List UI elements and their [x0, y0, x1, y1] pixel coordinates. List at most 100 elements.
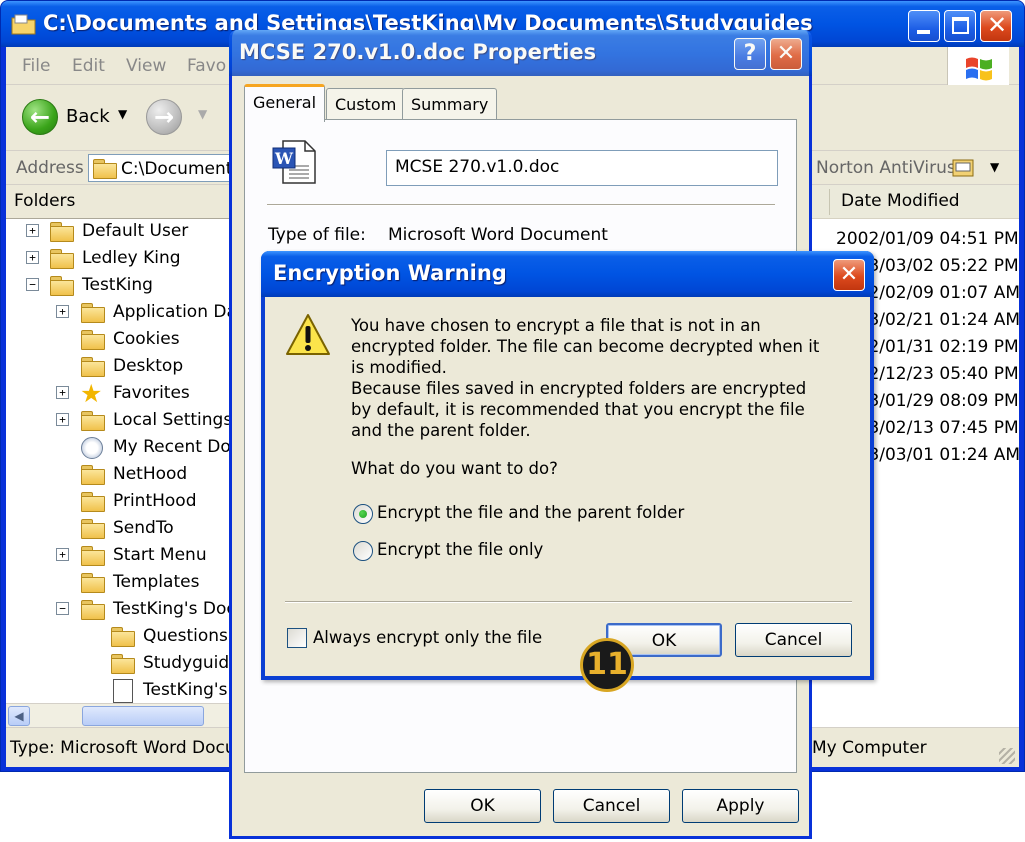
tab-custom[interactable]: Custom [326, 88, 406, 120]
encryption-warning-dialog: Encryption Warning ✕ You have chosen to … [261, 251, 874, 680]
properties-titlebar[interactable]: MCSE 270.v1.0.doc Properties ? ✕ [229, 30, 812, 76]
date-modified-cell: 2002/01/09 04:51 PM [836, 229, 1019, 249]
warning-question: What do you want to do? [351, 459, 558, 478]
properties-title: MCSE 270.v1.0.doc Properties [239, 40, 597, 64]
menu-favorites[interactable]: Favo [187, 56, 226, 76]
tab-general[interactable]: General [244, 84, 326, 122]
menu-view[interactable]: View [126, 56, 166, 76]
tree-item-label: TestKing [82, 275, 153, 295]
expand-icon[interactable]: + [56, 386, 69, 399]
tree-item-label: Start Menu [113, 545, 207, 565]
help-button[interactable]: ? [734, 38, 766, 70]
minimize-button[interactable] [908, 10, 940, 42]
menu-edit[interactable]: Edit [72, 56, 105, 76]
document-icon [113, 679, 133, 703]
dropdown-arrow-icon: ▼ [198, 107, 208, 121]
expand-icon[interactable]: + [26, 251, 39, 264]
properties-apply-button[interactable]: Apply [682, 789, 799, 823]
open-folder-icon [111, 654, 135, 674]
properties-ok-button[interactable]: OK [424, 789, 541, 823]
status-text: Type: Microsoft Word Docum [10, 738, 253, 758]
tree-item-label: Ledley King [82, 248, 181, 268]
collapse-icon[interactable]: − [26, 278, 39, 291]
separator [285, 601, 852, 603]
checkbox-label: Always encrypt only the file [313, 628, 543, 647]
warning-message-1: You have chosen to encrypt a file that i… [351, 316, 820, 377]
word-document-icon: W [272, 140, 316, 184]
tree-item-label: Cookies [113, 329, 180, 349]
back-arrow-icon: ← [22, 99, 58, 135]
folder-icon [81, 411, 105, 431]
expand-icon[interactable]: + [56, 548, 69, 561]
folder-icon [81, 330, 105, 350]
radio-selected-icon[interactable] [353, 504, 373, 524]
address-value: C:\Documents [121, 159, 242, 179]
folder-icon [81, 357, 105, 377]
properties-cancel-button[interactable]: Cancel [553, 789, 670, 823]
folder-tree: + Default User + Ledley King − TestKing … [6, 219, 254, 703]
tree-item-label: Desktop [113, 356, 184, 376]
norton-icon [952, 159, 974, 177]
radio-label: Encrypt the file only [377, 540, 544, 559]
folder-icon [81, 465, 105, 485]
column-divider[interactable] [829, 189, 830, 215]
radio-unselected-icon[interactable] [353, 541, 373, 561]
tree-item-label: NetHood [113, 464, 188, 484]
dropdown-arrow-icon[interactable]: ▼ [990, 160, 999, 174]
warning-cancel-button[interactable]: Cancel [735, 623, 852, 657]
star-icon: ★ [80, 379, 103, 408]
tree-item-label: Local Settings [113, 410, 233, 430]
folder-icon [50, 222, 74, 242]
folder-icon [81, 519, 105, 539]
type-of-file-label: Type of file: [268, 225, 366, 245]
dropdown-arrow-icon: ▼ [118, 107, 128, 121]
folder-icon [81, 492, 105, 512]
checkbox[interactable] [287, 628, 307, 648]
expand-icon[interactable]: + [26, 224, 39, 237]
tree-item-label: Default User [82, 221, 189, 241]
warning-message-2: Because files saved in encrypted folders… [351, 379, 807, 440]
horizontal-scrollbar[interactable]: ◀ [6, 703, 241, 727]
tree-item-label: SendTo [113, 518, 174, 538]
expand-icon[interactable]: + [56, 305, 69, 318]
filename-input[interactable]: MCSE 270.v1.0.doc [386, 150, 778, 186]
tree-item-label: Questions& [143, 626, 242, 646]
warning-titlebar[interactable]: Encryption Warning ✕ [261, 251, 874, 297]
forward-button[interactable]: → ▼ [146, 99, 216, 137]
forward-arrow-icon: → [146, 99, 182, 135]
resize-grip-icon[interactable] [999, 748, 1015, 764]
maximize-icon [952, 17, 969, 34]
separator [267, 204, 775, 206]
step-number-badge: 11 [580, 638, 634, 692]
norton-antivirus-button[interactable]: Norton AntiVirus [816, 158, 956, 178]
tree-item-label: PrintHood [113, 491, 197, 511]
folder-icon [50, 276, 74, 296]
folder-icon [93, 159, 117, 179]
minimize-icon [917, 30, 930, 34]
expand-icon[interactable]: + [56, 413, 69, 426]
folders-title: Folders [14, 191, 76, 211]
tab-summary[interactable]: Summary [402, 88, 498, 120]
folder-icon [11, 14, 36, 35]
tree-item-label: TestKing's Docu [113, 599, 247, 619]
close-icon: ✕ [987, 11, 1008, 39]
warning-title: Encryption Warning [273, 261, 507, 285]
radio-label: Encrypt the file and the parent folder [377, 503, 685, 522]
warning-close-button[interactable]: ✕ [833, 259, 865, 291]
menu-file[interactable]: File [22, 56, 50, 76]
windows-logo-icon [947, 47, 1009, 85]
scrollbar-thumb[interactable] [82, 706, 204, 726]
folder-icon [81, 303, 105, 323]
status-zone: My Computer [812, 738, 927, 758]
scroll-left-icon[interactable]: ◀ [8, 706, 30, 726]
collapse-icon[interactable]: − [56, 602, 69, 615]
address-input[interactable]: C:\Documents [88, 154, 242, 182]
properties-close-button[interactable]: ✕ [770, 38, 802, 70]
maximize-button[interactable] [944, 10, 976, 42]
folder-icon [81, 573, 105, 593]
warning-triangle-icon [286, 314, 330, 355]
date-modified-column[interactable]: Date Modified [841, 191, 960, 211]
close-button[interactable]: ✕ [980, 10, 1012, 42]
tree-item-label: Favorites [113, 383, 190, 403]
tree-item-label: Templates [113, 572, 200, 592]
